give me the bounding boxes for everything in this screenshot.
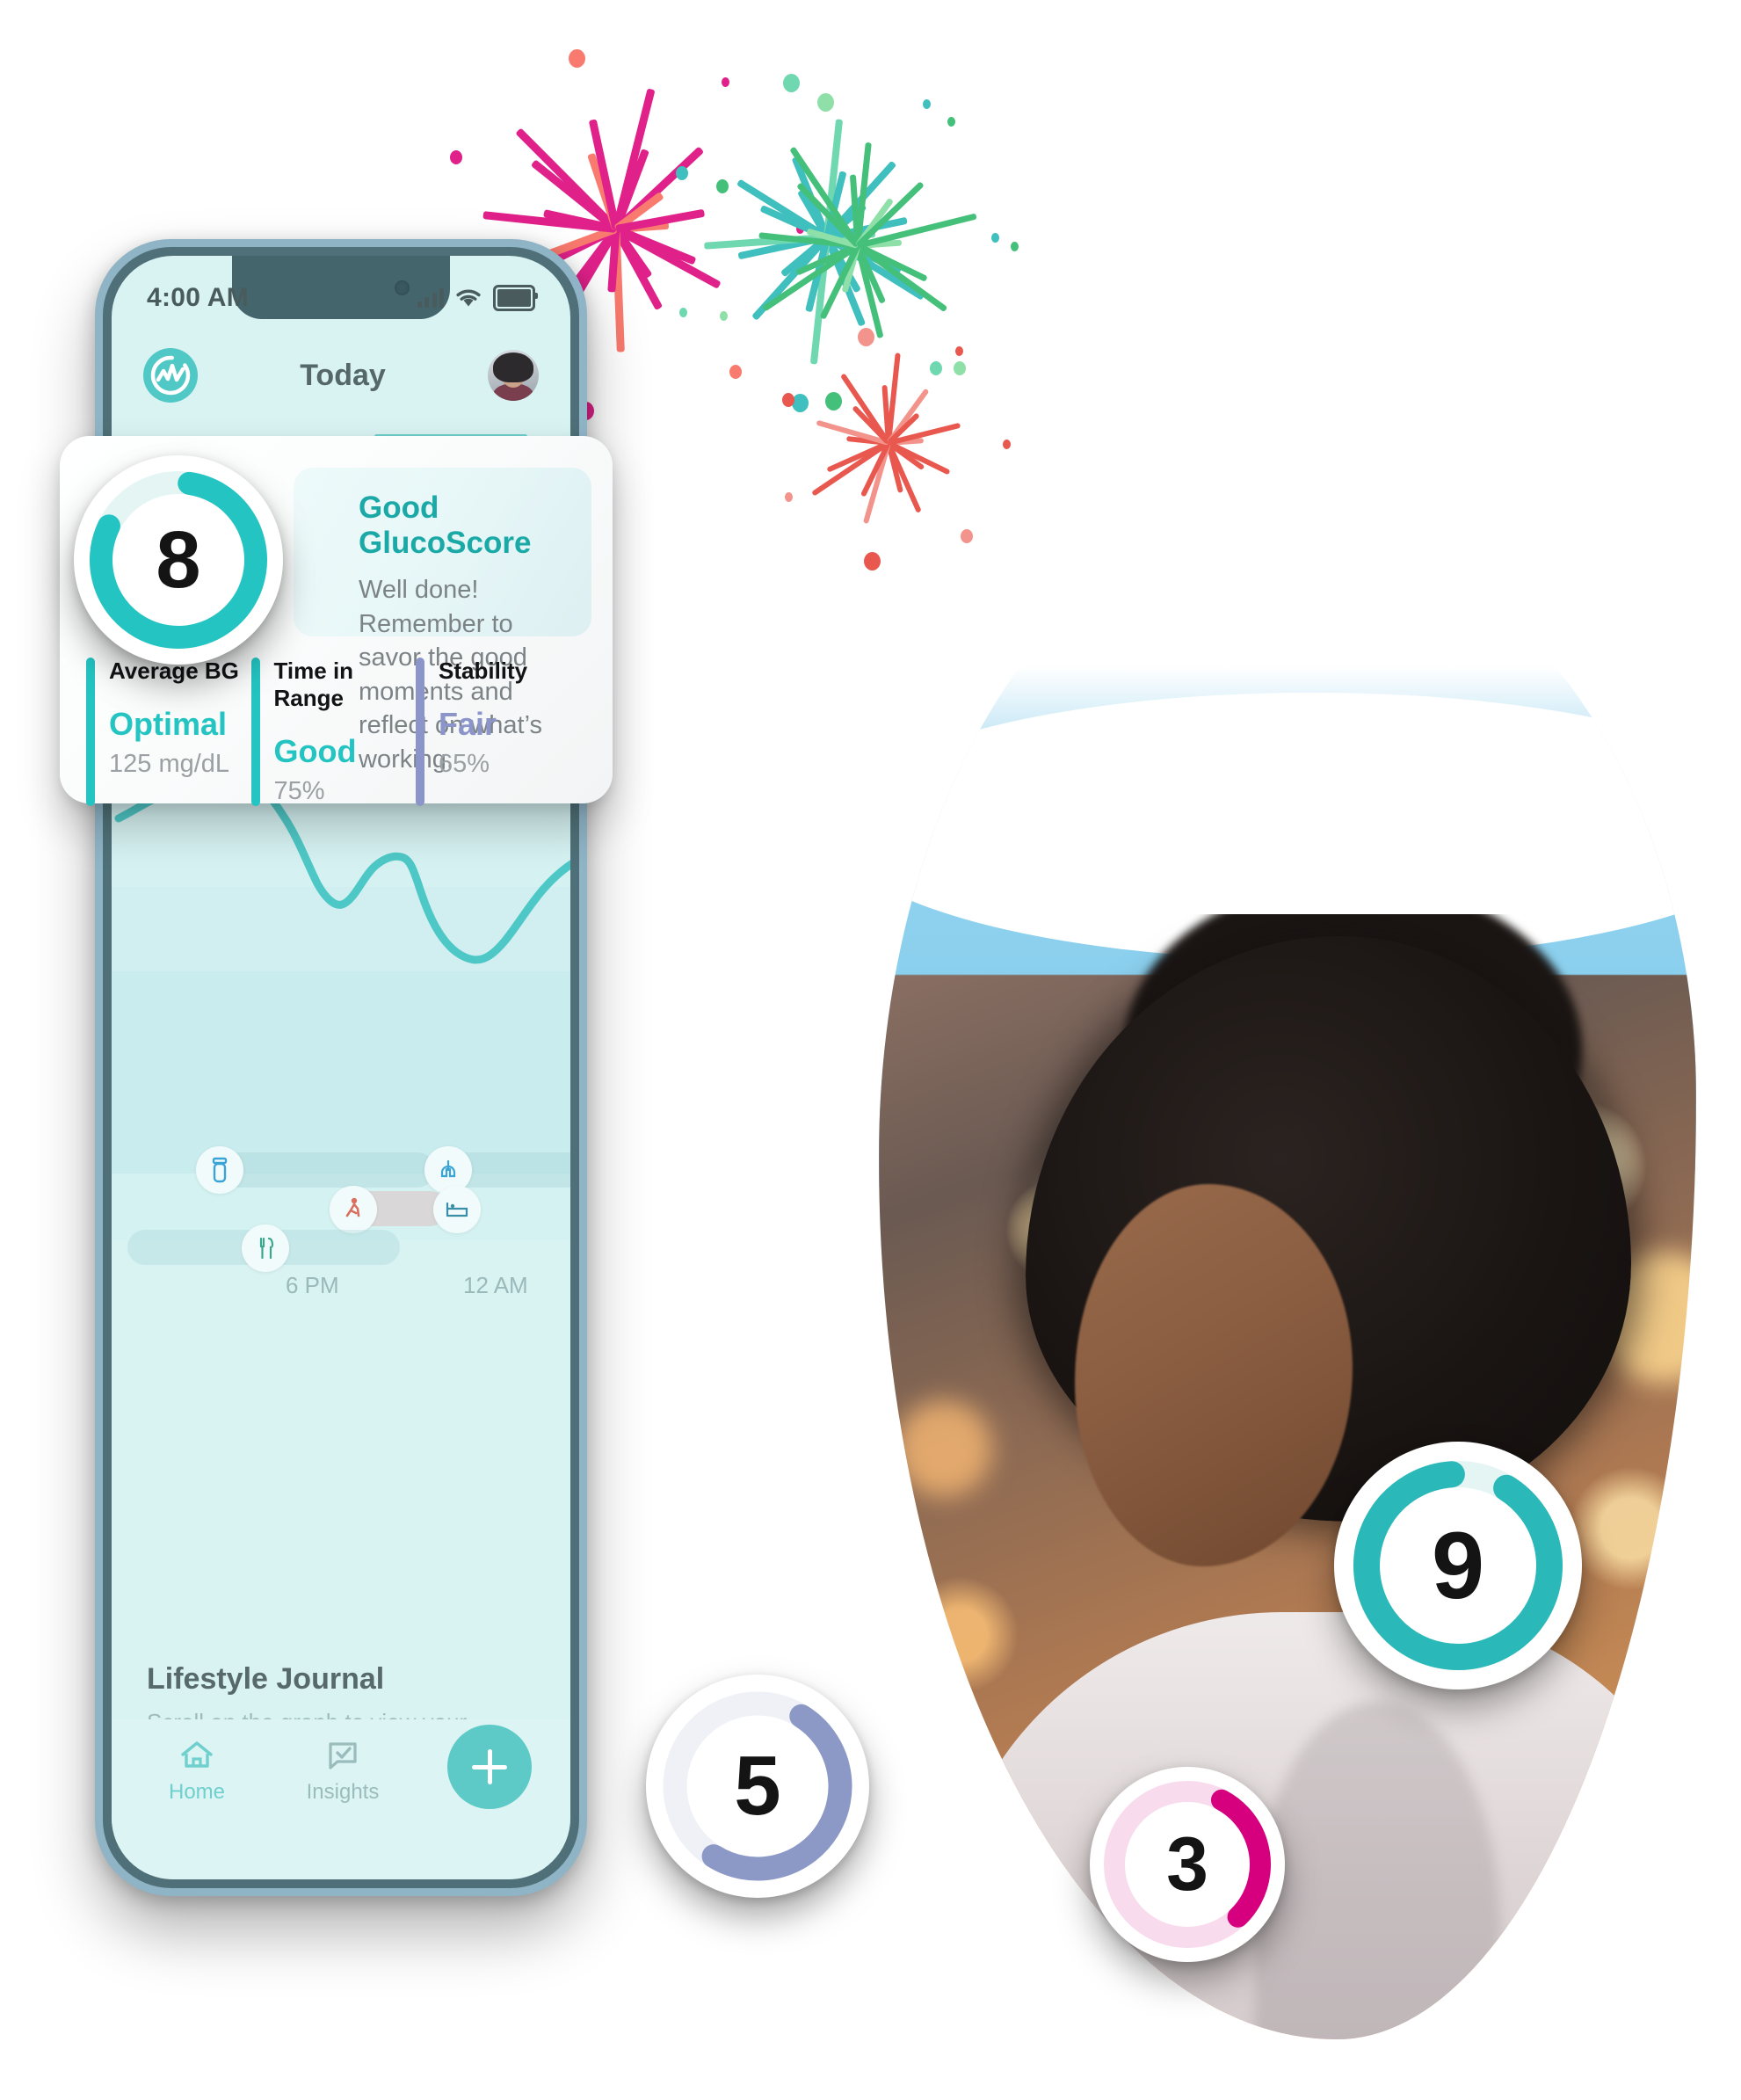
- metric-stability: Stability Fair 65%: [410, 658, 591, 806]
- avatar[interactable]: [487, 350, 539, 401]
- metric-rating-1: Good: [273, 733, 357, 769]
- firework-magenta: [449, 48, 805, 420]
- add-entry-button[interactable]: [447, 1725, 532, 1809]
- glucoscore-headline: Good GlucoScore: [359, 490, 532, 560]
- cellular-bars-icon: [417, 288, 444, 308]
- metric-rating-0: Optimal: [109, 706, 228, 742]
- tab-insights-label: Insights: [306, 1780, 380, 1804]
- metric-value-2: 65%: [439, 750, 490, 778]
- status-time: 4:00 AM: [147, 283, 250, 312]
- medication-vial-icon: [196, 1146, 243, 1194]
- metric-label-1: Time in Range: [273, 658, 354, 711]
- score-badge-9: 9: [1334, 1442, 1582, 1689]
- score-badge-5: 5: [646, 1675, 869, 1898]
- glucoscore-message-panel: Good GlucoScore Well done! Remember to s…: [294, 468, 591, 774]
- walking-person-icon: [330, 1186, 377, 1233]
- metric-bar-1: [250, 658, 260, 806]
- score-badge-3-value: 3: [1166, 1822, 1208, 1907]
- metric-value-1: 75%: [273, 777, 325, 805]
- glucoscore-value: 8: [156, 515, 201, 605]
- meal-utensils-icon: [242, 1224, 289, 1272]
- home-icon: [181, 1741, 213, 1768]
- glucoscore-ring: 8: [74, 455, 283, 665]
- score-badge-5-value: 5: [734, 1739, 781, 1833]
- wifi-icon: [456, 288, 481, 306]
- background-blob: [879, 519, 1696, 2039]
- bottom-tab-bar: Home Insights: [112, 1719, 570, 1879]
- metric-time-in-range: Time in Range Good 75%: [246, 658, 411, 806]
- composition-stage: 4:00 AM Today 6 PM 12 AM Lifestyle Journ…: [0, 0, 1741, 2100]
- chat-check-icon: [329, 1742, 357, 1769]
- status-bar: 4:00 AM: [112, 279, 570, 317]
- firework-red: [782, 328, 1012, 571]
- metric-value-0: 125 mg/dL: [109, 750, 230, 778]
- score-badge-9-value: 9: [1431, 1512, 1485, 1618]
- tab-home-label: Home: [168, 1780, 226, 1804]
- battery-icon: [493, 285, 538, 311]
- metrics-row: Average BG Optimal 125 mg/dL Time in Ran…: [60, 658, 613, 806]
- firework-green: [716, 92, 1019, 411]
- metric-bar-0: [86, 658, 95, 806]
- journal-title: Lifestyle Journal: [147, 1662, 385, 1696]
- tab-insights[interactable]: Insights: [284, 1739, 402, 1805]
- glucose-graph[interactable]: 6 PM 12 AM: [112, 781, 570, 1298]
- graph-time-label-0: 6 PM: [286, 1272, 339, 1298]
- gluco-logo-icon[interactable]: [143, 348, 198, 403]
- bed-icon: [433, 1186, 481, 1233]
- metric-rating-2: Fair: [439, 706, 497, 742]
- metric-average-bg: Average BG Optimal 125 mg/dL: [81, 658, 246, 806]
- metric-bar-2: [416, 658, 424, 806]
- metric-label-2: Stability: [439, 658, 528, 684]
- tab-home[interactable]: Home: [138, 1739, 256, 1805]
- score-badge-3: 3: [1090, 1767, 1285, 1962]
- graph-time-label-1: 12 AM: [463, 1272, 528, 1298]
- app-header: Today: [112, 342, 570, 409]
- page-title: Today: [300, 358, 386, 392]
- glucose-line: [114, 781, 570, 964]
- medication-track: [215, 1152, 435, 1188]
